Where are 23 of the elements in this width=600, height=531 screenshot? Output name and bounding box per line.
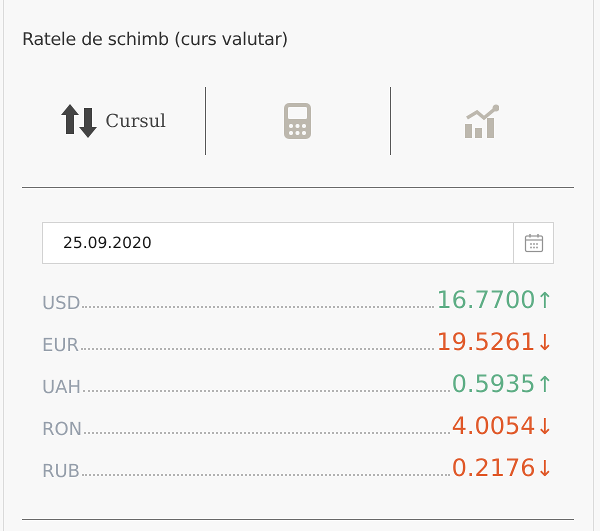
rate-value: 16.7700: [436, 286, 536, 314]
down-arrow-icon: ↓: [536, 331, 554, 356]
down-arrow-icon: ↓: [536, 415, 554, 440]
currency-code: RON: [42, 419, 82, 440]
calendar-icon: [524, 233, 544, 253]
up-arrow-icon: ↑: [536, 289, 554, 314]
calendar-button[interactable]: [513, 222, 554, 264]
currency-code: UAH: [42, 377, 82, 398]
down-arrow-icon: ↓: [536, 457, 554, 482]
panel-title: Ratele de schimb (curs valutar): [22, 30, 289, 52]
currency-code: RUB: [42, 461, 80, 482]
currency-code: EUR: [42, 335, 80, 356]
currency-code: USD: [42, 293, 80, 314]
rates-tab[interactable]: Cursul: [22, 101, 206, 141]
rate-value: 4.0054: [452, 412, 536, 440]
rate-value: 19.5261: [436, 328, 536, 356]
calculator-icon: [284, 103, 312, 139]
up-down-arrows-icon: [61, 104, 98, 138]
rate-value: 0.5935: [452, 370, 536, 398]
bar-chart-icon: [465, 104, 500, 138]
date-field[interactable]: 25.09.2020: [42, 222, 513, 264]
rate-value: 0.2176: [452, 454, 536, 482]
up-arrow-icon: ↑: [536, 373, 554, 398]
